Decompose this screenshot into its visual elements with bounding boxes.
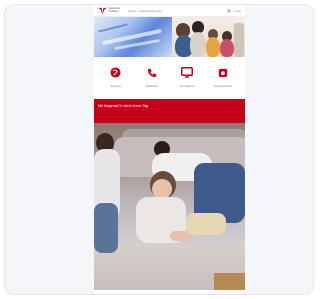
globe-icon (110, 67, 122, 79)
nav-item-business[interactable]: Geschäftskunden (139, 9, 162, 13)
header-actions: Login (226, 8, 241, 13)
quick-link-internet[interactable]: Internet (101, 67, 131, 88)
quick-link-label: Unternehmen (214, 83, 233, 88)
nav-item-private[interactable]: Privat (128, 9, 136, 13)
hero-banner[interactable] (94, 17, 245, 57)
tv-icon (181, 67, 194, 79)
promo-banner[interactable]: Mit MagentaTV durch Ihren Tag (94, 99, 245, 123)
hero-abstract-image (94, 17, 172, 57)
camera-icon (217, 67, 229, 79)
quick-link-label: Internet (110, 83, 121, 88)
quick-link-tv[interactable]: Fernsehen (172, 67, 202, 88)
user-icon[interactable] (226, 8, 231, 13)
quick-link-label: Fernsehen (180, 83, 195, 88)
logo-text: Deutsche Telekom (109, 6, 120, 13)
login-link[interactable]: Login (234, 9, 241, 13)
quick-links: Internet Telefonie Fernsehen Unternehmen (94, 57, 245, 97)
brand-logo[interactable]: Deutsche Telekom (98, 7, 122, 14)
top-navigation: Privat Geschäftskunden (128, 9, 162, 13)
mobile-page-preview: Deutsche Telekom Privat Geschäftskunden … (94, 5, 245, 294)
logo-mark-icon (98, 7, 107, 14)
page-bottom (94, 290, 245, 294)
promo-text: Mit MagentaTV durch Ihren Tag (98, 104, 149, 108)
quick-link-business[interactable]: Unternehmen (208, 67, 238, 88)
family-photo (94, 123, 245, 290)
preview-card: Deutsche Telekom Privat Geschäftskunden … (4, 4, 314, 295)
quick-link-label: Telefonie (145, 83, 158, 88)
hero-family-image (172, 17, 245, 57)
site-header: Deutsche Telekom Privat Geschäftskunden … (94, 5, 245, 17)
quick-link-phone[interactable]: Telefonie (137, 67, 167, 88)
phone-icon (146, 67, 158, 79)
